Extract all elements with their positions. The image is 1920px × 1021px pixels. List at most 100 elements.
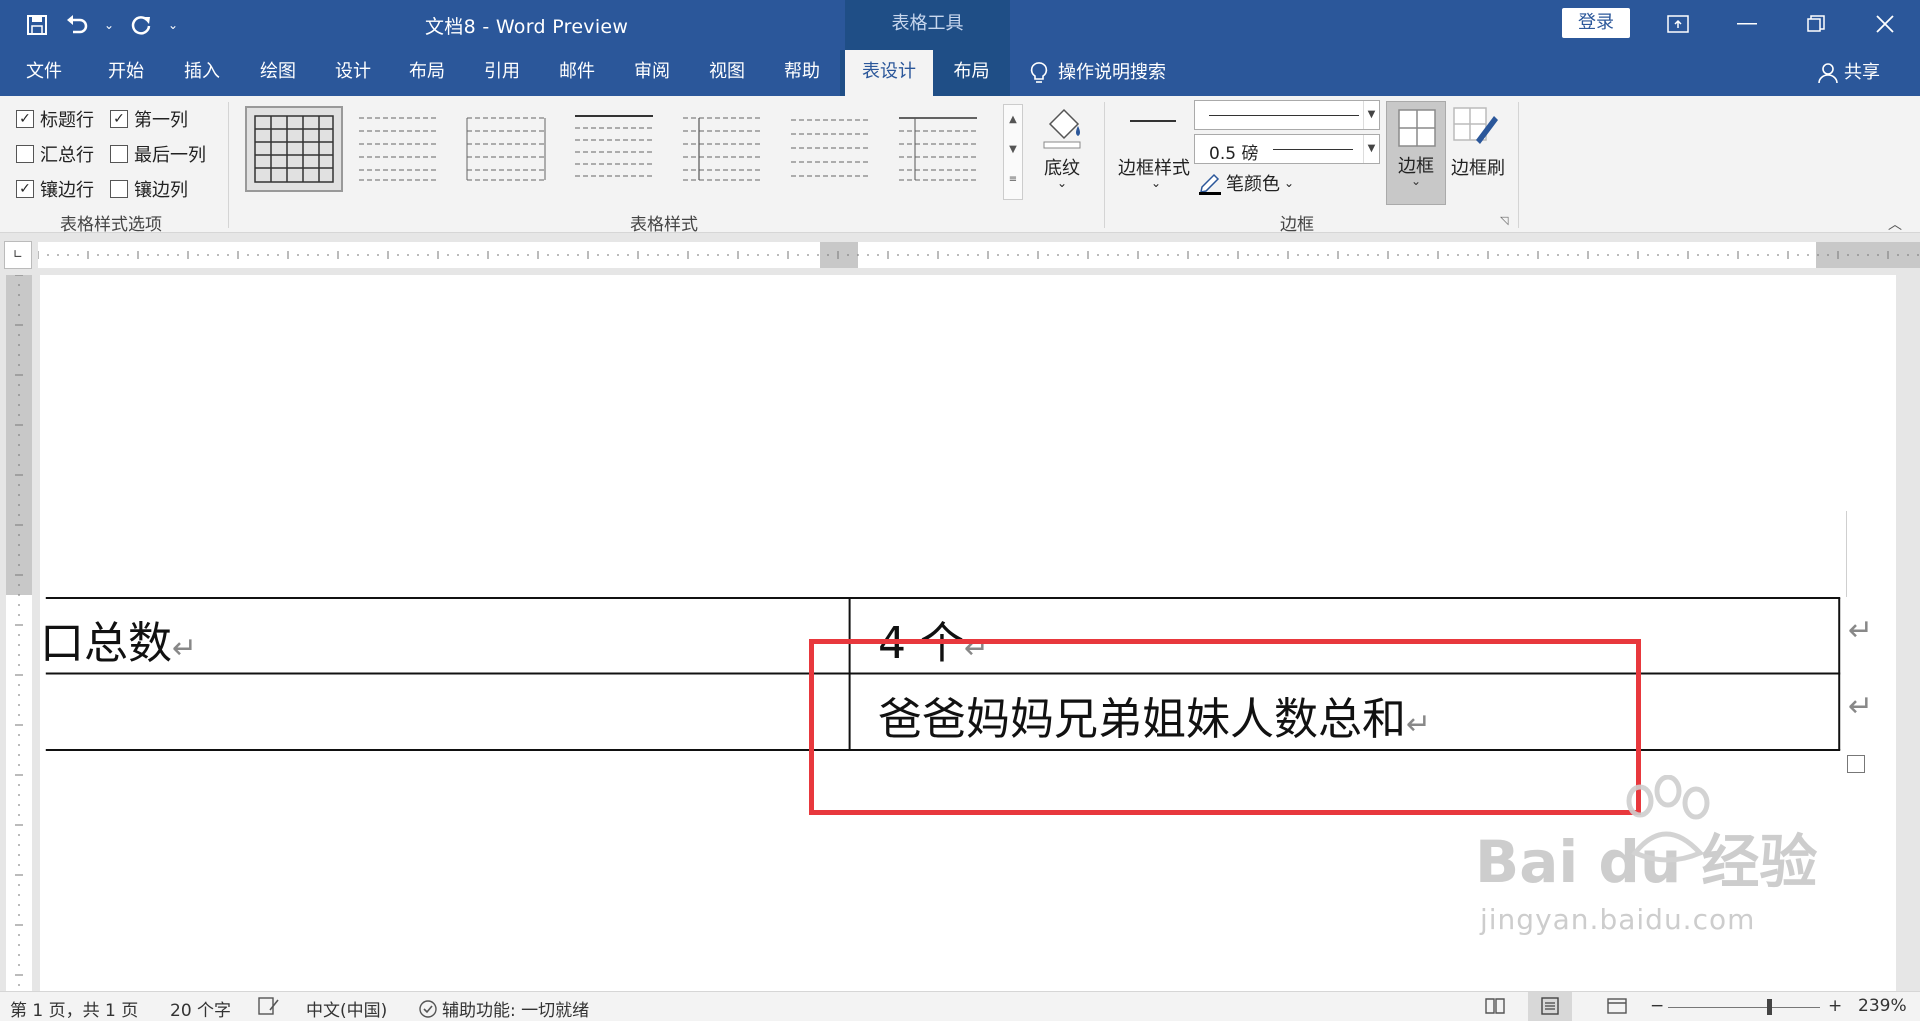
paragraph-mark-icon: ↵: [172, 631, 198, 666]
table-style-grid[interactable]: [245, 106, 343, 192]
tab-file[interactable]: 文件: [0, 50, 88, 96]
banded-columns-checkbox[interactable]: 镶边列: [110, 176, 188, 202]
tab-table-design[interactable]: 表设计: [845, 50, 933, 96]
gallery-scroll-down-icon[interactable]: ▼: [1004, 135, 1022, 165]
border-styles-dropdown-icon[interactable]: ⌄: [1148, 176, 1164, 190]
lightbulb-icon: [1030, 62, 1048, 83]
table-cell-r1c1[interactable]: 口总数↵: [40, 607, 197, 671]
table-style-3[interactable]: [459, 106, 557, 192]
group-label-borders: 边框: [1280, 215, 1314, 235]
undo-icon[interactable]: [60, 8, 94, 42]
tab-home[interactable]: 开始: [88, 50, 164, 96]
minimize-icon[interactable]: [1727, 8, 1767, 40]
total-row-checkbox[interactable]: 汇总行: [16, 141, 94, 167]
first-column-checkbox[interactable]: ✓ 第一列: [110, 106, 188, 132]
borders-dropdown-icon[interactable]: ⌄: [1387, 174, 1445, 188]
tab-insert[interactable]: 插入: [164, 50, 240, 96]
line-weight-combo[interactable]: 0.5 磅 ▼: [1194, 134, 1380, 164]
accessibility-icon: [419, 999, 437, 1018]
checkbox-checked-icon: ✓: [16, 110, 34, 128]
table-style-6[interactable]: [783, 106, 881, 192]
redo-icon[interactable]: [124, 8, 158, 42]
group-separator: [1518, 102, 1519, 228]
checkbox-unchecked-icon: [16, 145, 34, 163]
tab-mailings[interactable]: 邮件: [540, 50, 614, 96]
table-style-7[interactable]: [891, 106, 989, 192]
line-weight-value: 0.5 磅: [1209, 144, 1259, 164]
print-layout-icon[interactable]: [1528, 992, 1572, 1021]
gallery-scroll-control[interactable]: ▲ ▼ ≡: [1003, 104, 1023, 200]
collapse-ribbon-icon[interactable]: ︿: [1888, 214, 1902, 234]
zoom-level[interactable]: 239%: [1858, 996, 1907, 1016]
table-style-5[interactable]: [675, 106, 773, 192]
baidu-watermark-url: jingyan.baidu.com: [1480, 903, 1756, 936]
zoom-slider-thumb[interactable]: [1767, 999, 1772, 1015]
pen-color-dropdown-icon[interactable]: ⌄: [1284, 176, 1294, 190]
tab-layout[interactable]: 布局: [390, 50, 464, 96]
language-indicator[interactable]: 中文(中国): [306, 996, 387, 1021]
border-painter-button[interactable]: 边框刷: [1446, 154, 1510, 180]
table-resize-handle[interactable]: [1847, 755, 1865, 773]
page-count[interactable]: 第 1 页，共 1 页: [10, 996, 138, 1021]
tab-design[interactable]: 设计: [316, 50, 390, 96]
login-button[interactable]: 登录: [1562, 8, 1630, 38]
baidu-watermark-logo: Bai du 经验: [1475, 775, 1817, 899]
accessibility-status[interactable]: 辅助功能: 一切就绪: [418, 996, 589, 1021]
header-row-checkbox[interactable]: ✓ 标题行: [16, 106, 94, 132]
share-button[interactable]: 共享: [1818, 50, 1880, 96]
banded-rows-checkbox[interactable]: ✓ 镶边行: [16, 176, 94, 202]
pen-icon: [1199, 173, 1221, 195]
document-title: 文档8 - Word Preview: [425, 16, 629, 38]
horizontal-ruler[interactable]: [38, 242, 1920, 268]
table-boundary-guide: [1846, 511, 1847, 597]
customize-qat-icon[interactable]: ⌄: [164, 8, 182, 42]
group-label-table-styles: 表格样式: [630, 215, 698, 235]
gallery-scroll-up-icon[interactable]: ▲: [1004, 105, 1022, 135]
web-layout-icon[interactable]: [1606, 996, 1628, 1021]
chevron-down-icon[interactable]: ▼: [1363, 135, 1379, 163]
row-end-mark-icon: ↵: [1848, 689, 1874, 724]
document-page[interactable]: 口总数↵ 4 个↵ 爸爸妈妈兄弟姐妹人数总和↵ ↵ ↵ Bai du 经验 ji…: [40, 275, 1896, 991]
ribbon-display-options-icon[interactable]: [1658, 8, 1698, 40]
zoom-slider[interactable]: [1668, 1007, 1820, 1008]
paint-bucket-icon[interactable]: [1036, 104, 1088, 150]
tab-view[interactable]: 视图: [690, 50, 764, 96]
tab-review[interactable]: 审阅: [614, 50, 690, 96]
tab-draw[interactable]: 绘图: [240, 50, 316, 96]
zoom-in-icon[interactable]: +: [1828, 996, 1842, 1016]
tab-table-layout[interactable]: 布局: [933, 50, 1010, 96]
table-tools-context-label: 表格工具: [845, 0, 1010, 50]
shading-dropdown-icon[interactable]: ⌄: [1054, 176, 1070, 190]
line-weight-preview: [1273, 149, 1353, 150]
gallery-more-icon[interactable]: ≡: [1004, 165, 1022, 195]
vertical-ruler[interactable]: [6, 275, 32, 995]
share-label: 共享: [1844, 62, 1880, 83]
border-painter-icon[interactable]: [1452, 104, 1500, 150]
proofing-icon[interactable]: [258, 996, 280, 1021]
read-mode-icon[interactable]: [1484, 996, 1506, 1021]
restore-icon[interactable]: [1796, 8, 1836, 40]
close-icon[interactable]: [1865, 8, 1905, 40]
group-label-style-options: 表格样式选项: [60, 215, 162, 235]
table-style-4[interactable]: [567, 106, 665, 192]
tab-selector[interactable]: ∟: [4, 241, 32, 269]
tell-me-search[interactable]: 操作说明搜索: [1030, 50, 1166, 96]
borders-button[interactable]: 边框 ⌄: [1386, 101, 1446, 205]
borders-dialog-launcher-icon[interactable]: ◹: [1500, 214, 1508, 227]
tab-references[interactable]: 引用: [464, 50, 540, 96]
tell-me-label: 操作说明搜索: [1058, 62, 1166, 83]
last-column-checkbox[interactable]: 最后一列: [110, 141, 206, 167]
chevron-down-icon[interactable]: ▼: [1363, 101, 1379, 129]
line-style-combo[interactable]: ▼: [1194, 100, 1380, 130]
zoom-out-icon[interactable]: −: [1650, 996, 1664, 1016]
table-style-2[interactable]: [351, 106, 449, 192]
undo-dropdown-icon[interactable]: ⌄: [100, 8, 118, 42]
save-icon[interactable]: [20, 8, 54, 42]
tab-help[interactable]: 帮助: [764, 50, 840, 96]
table-styles-gallery: [243, 104, 1023, 202]
checkbox-checked-icon: ✓: [16, 180, 34, 198]
word-count[interactable]: 20 个字: [170, 996, 231, 1021]
checkbox-checked-icon: ✓: [110, 110, 128, 128]
pen-color-button[interactable]: 笔颜色 ⌄: [1198, 170, 1294, 196]
border-style-preview-icon: [1130, 120, 1176, 122]
